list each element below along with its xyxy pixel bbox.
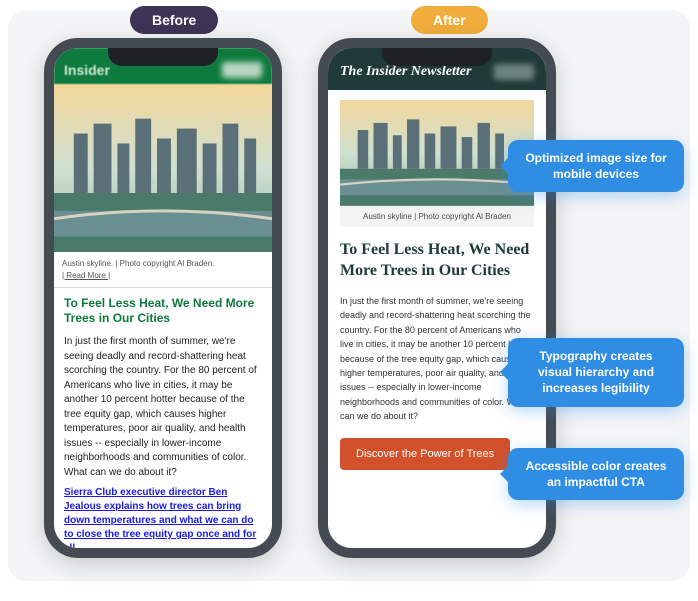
hero-image-after (340, 100, 534, 206)
callout-image-size: Optimized image size for mobile devices (508, 140, 684, 192)
after-label-text: After (433, 12, 466, 28)
article-heading-after: To Feel Less Heat, We Need More Trees in… (328, 227, 546, 288)
header-logo-blur (222, 62, 262, 78)
callout-typography: Typography creates visual hierarchy and … (508, 338, 684, 407)
after-label-pill: After (411, 6, 488, 34)
phone-notch (382, 48, 492, 66)
caption-readmore-link[interactable]: | Read More | (62, 271, 110, 280)
phone-notch (108, 48, 218, 66)
cta-button-after[interactable]: Discover the Power of Trees (340, 438, 510, 470)
comparison-canvas: Before After Insider (8, 10, 690, 581)
article-body-before: In just the first month of summer, we're… (54, 331, 272, 486)
newsletter-title-before: Insider (64, 62, 110, 78)
phone-mockup-before: Insider (44, 38, 282, 558)
article-cta-link-before[interactable]: Sierra Club executive director Ben Jealo… (54, 486, 272, 548)
newsletter-title-after: The Insider Newsletter (340, 64, 471, 80)
callout-text-1: Optimized image size for mobile devices (525, 151, 666, 181)
image-caption-before: Austin skyline. | Photo copyright Al Bra… (54, 252, 272, 287)
phone-screen-before: Insider (54, 48, 272, 548)
header-logo-blur (494, 64, 534, 80)
caption-text-before: Austin skyline. | Photo copyright Al Bra… (62, 259, 214, 268)
callout-cta-color: Accessible color creates an impactful CT… (508, 448, 684, 500)
callout-text-2: Typography creates visual hierarchy and … (538, 349, 654, 395)
article-heading-before: To Feel Less Heat, We Need More Trees in… (54, 288, 272, 331)
before-label-pill: Before (130, 6, 218, 34)
callout-text-3: Accessible color creates an impactful CT… (526, 459, 667, 489)
image-caption-after: Austin skyline | Photo copyright Al Brad… (340, 206, 534, 227)
hero-image-before (54, 84, 272, 252)
before-label-text: Before (152, 12, 196, 28)
